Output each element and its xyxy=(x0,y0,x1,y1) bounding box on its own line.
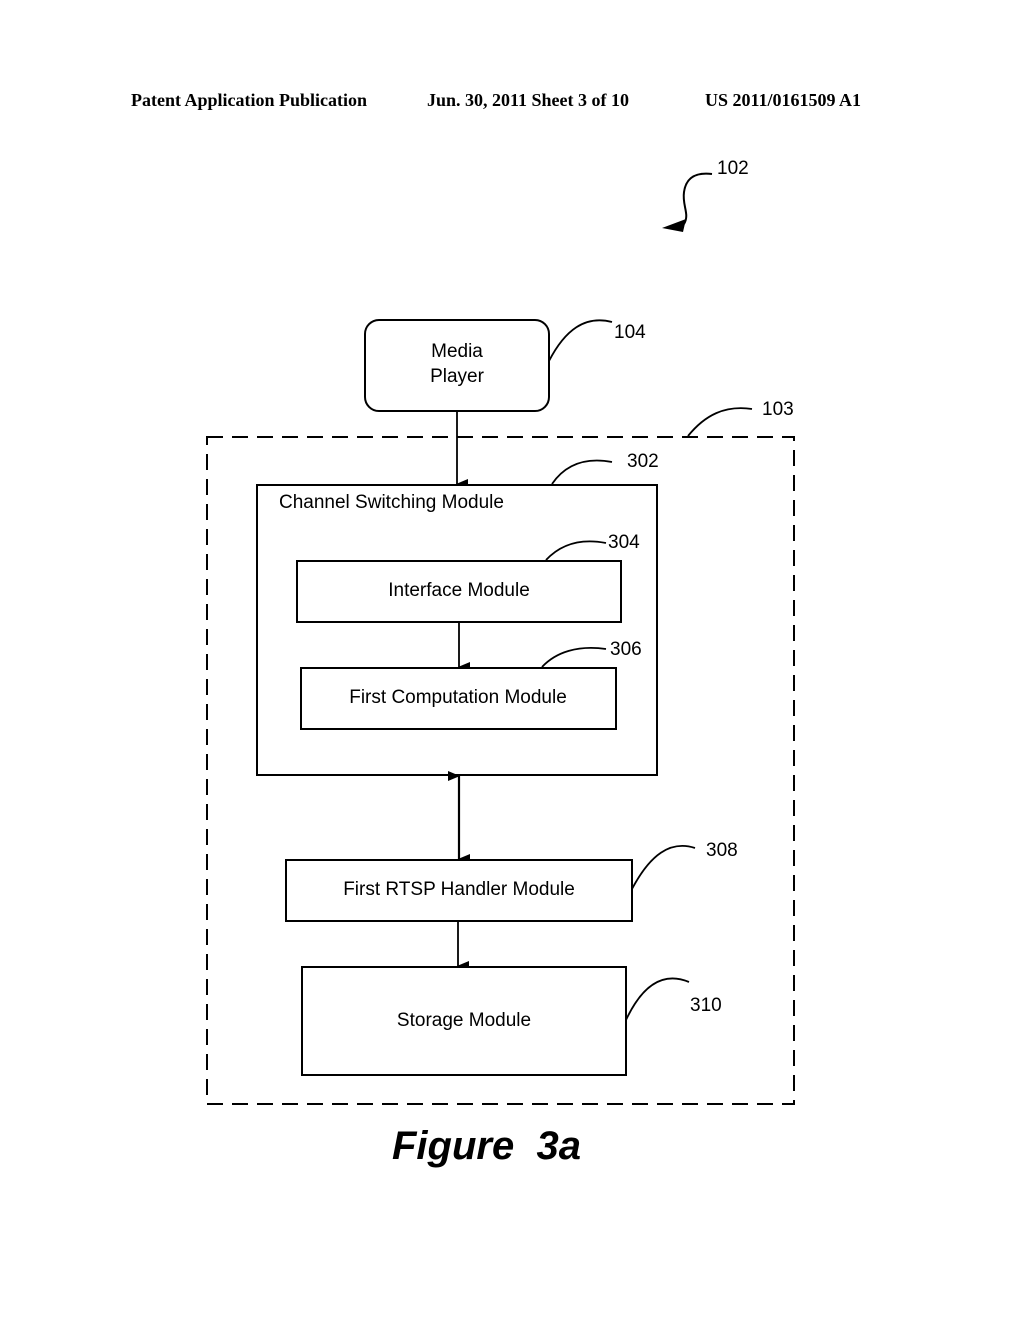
media-player-label-line2: Player xyxy=(430,366,484,387)
channel-switching-box xyxy=(256,484,658,776)
leader-104 xyxy=(548,319,613,362)
ref-310: 310 xyxy=(690,995,722,1016)
leader-310 xyxy=(625,977,690,1021)
block-diagram xyxy=(206,172,795,1105)
ref-304: 304 xyxy=(608,532,640,553)
first-computation-label: First Computation Module xyxy=(349,687,567,708)
ref-308: 308 xyxy=(706,840,738,861)
ref-103: 103 xyxy=(762,399,794,420)
storage-label: Storage Module xyxy=(396,1010,532,1031)
channel-switching-label: Channel Switching Module xyxy=(279,492,504,513)
ref-102: 102 xyxy=(717,158,749,179)
interface-label: Interface Module xyxy=(388,580,530,601)
ref-302: 302 xyxy=(627,451,659,472)
figure-caption: Figure 3a xyxy=(392,1124,581,1168)
ref-306: 306 xyxy=(610,639,642,660)
media-player-label-line1: Media xyxy=(431,341,483,362)
leader-302 xyxy=(551,459,613,485)
rtsp-handler-label: First RTSP Handler Module xyxy=(343,879,575,900)
arrowhead-102 xyxy=(662,219,686,232)
leader-308 xyxy=(631,845,696,890)
leader-102 xyxy=(682,172,713,225)
leader-103 xyxy=(687,407,753,437)
ref-104: 104 xyxy=(614,322,646,343)
